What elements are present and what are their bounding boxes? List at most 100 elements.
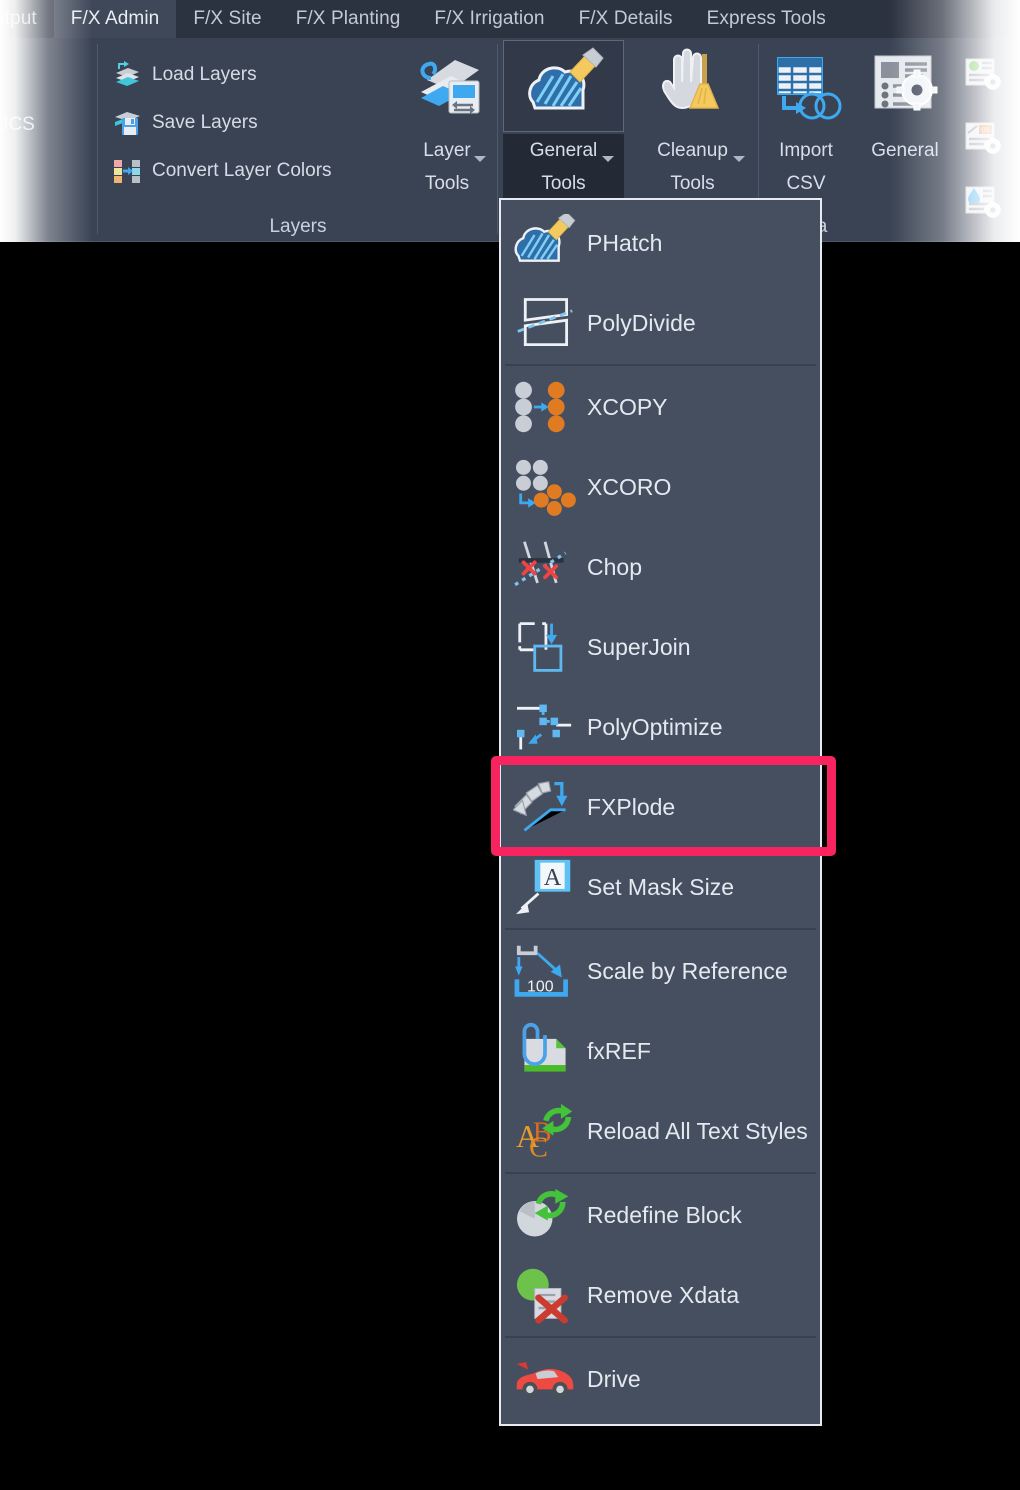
general-preferences-icon [855, 40, 955, 132]
clipped-command-restore-ucs[interactable]: ore UCS [0, 106, 39, 144]
tab-label: F/X Admin [70, 8, 160, 29]
general-tools-line1: General [529, 140, 598, 161]
save-layers-button[interactable]: Save Layers [108, 104, 262, 142]
fxref-icon [509, 1017, 581, 1085]
svg-text:05: 05 [982, 128, 990, 135]
menu-item-set-mask-size[interactable]: A Set Mask Size [501, 847, 820, 927]
import-csv-line1: Import [779, 140, 833, 161]
menu-item-redefine-block[interactable]: Redefine Block [501, 1175, 820, 1255]
chop-icon [509, 533, 581, 601]
import-csv-text: Import CSV [762, 134, 850, 200]
chevron-down-icon[interactable] [602, 156, 614, 162]
menu-item-fxref[interactable]: fxREF [501, 1011, 820, 1091]
planting-preferences-icon [964, 57, 1004, 93]
cleanup-tools-line2: Tools [670, 173, 715, 194]
load-layers-button[interactable]: Load Layers [108, 56, 261, 94]
scale-by-reference-icon: 100 [509, 937, 581, 1005]
svg-text:A: A [544, 864, 562, 891]
clipped-command-ucs[interactable]: UCS [0, 56, 6, 94]
menu-item-label: SuperJoin [587, 633, 691, 660]
menu-item-label: XCORO [587, 473, 672, 500]
tab-label: Express Tools [706, 8, 826, 29]
save-layers-icon [112, 108, 142, 138]
menu-item-label: Redefine Block [587, 1201, 742, 1228]
tab-express-tools[interactable]: Express Tools [690, 0, 843, 38]
xcopy-icon [509, 373, 581, 441]
layer-tools-line1: Layer [423, 140, 471, 161]
tab-output[interactable]: utput [0, 0, 54, 38]
menu-item-superjoin[interactable]: SuperJoin [501, 607, 820, 687]
layer-tools-text: Layer Tools [398, 134, 496, 200]
tab-fx-admin[interactable]: F/X Admin [53, 0, 177, 38]
irrigation-preferences-icon [964, 185, 1004, 221]
chevron-down-icon[interactable] [474, 156, 486, 162]
menu-item-xcoro[interactable]: XCORO [501, 447, 820, 527]
load-layers-icon [112, 60, 142, 90]
menu-item-fxplode[interactable]: FXPlode [501, 767, 820, 847]
general-tools-text: General Tools [503, 134, 624, 200]
menu-item-label: PolyOptimize [587, 713, 723, 740]
reference-notes-preferences-button[interactable]: 05 [960, 120, 1008, 158]
menu-item-label: Drive [587, 1365, 641, 1392]
convert-layer-colors-icon [112, 156, 142, 186]
polyoptimize-icon [509, 693, 581, 761]
menu-item-label: Reload All Text Styles [587, 1117, 808, 1144]
tab-fx-planting[interactable]: F/X Planting [279, 0, 418, 38]
xcoro-icon [509, 453, 581, 521]
menu-item-label: Chop [587, 553, 642, 580]
tab-fx-site[interactable]: F/X Site [176, 0, 278, 38]
planting-preferences-button[interactable] [960, 56, 1008, 94]
cleanup-tools-text: Cleanup Tools [630, 134, 755, 200]
layer-tools-icon [398, 40, 496, 132]
panel-layers: Load Layers Save Layers Convert Layer Co… [98, 38, 498, 242]
menu-item-label: Scale by Reference [587, 957, 788, 984]
menu-item-chop[interactable]: Chop [501, 527, 820, 607]
general-preferences-button[interactable]: General [855, 40, 955, 216]
general-preferences-text: General [855, 134, 955, 167]
reload-all-text-styles-icon: A B C [509, 1097, 581, 1165]
cleanup-tools-icon [630, 40, 755, 132]
fxplode-icon [509, 773, 581, 841]
layer-tools-button[interactable]: Layer Tools [398, 40, 496, 216]
menu-separator [505, 1172, 816, 1174]
menu-item-drive[interactable]: Drive [501, 1339, 820, 1419]
menu-item-label: PHatch [587, 229, 663, 256]
set-mask-size-icon: A [509, 853, 581, 921]
menu-item-label: PolyDivide [587, 309, 696, 336]
general-preferences-line1: General [871, 140, 939, 161]
cleanup-tools-button[interactable]: Cleanup Tools [630, 40, 755, 216]
panel-divider [497, 44, 498, 234]
phatch-icon [509, 209, 581, 277]
load-layers-label: Load Layers [152, 64, 257, 85]
tab-label: F/X Site [193, 8, 262, 29]
tab-label: F/X Planting [295, 8, 401, 29]
convert-layer-colors-button[interactable]: Convert Layer Colors [108, 152, 336, 190]
menu-separator [505, 928, 816, 930]
menu-item-reload-all-text-styles[interactable]: A B C Reload All Text Styles [501, 1091, 820, 1171]
cleanup-tools-line1: Cleanup [657, 140, 728, 161]
menu-item-label: Set Mask Size [587, 873, 734, 900]
menu-item-polyoptimize[interactable]: PolyOptimize [501, 687, 820, 767]
reference-notes-preferences-icon: 05 [964, 121, 1004, 157]
remove-xdata-icon [509, 1261, 581, 1329]
menu-item-scale-by-reference[interactable]: 100 Scale by Reference [501, 931, 820, 1011]
tab-fx-irrigation[interactable]: F/X Irrigation [417, 0, 561, 38]
import-csv-line2: CSV [786, 173, 826, 194]
layer-tools-line2: Tools [424, 173, 470, 194]
general-tools-dropdown: PHatch PolyDivide XCOPY XCORO Chop Super… [499, 198, 822, 1426]
command-label: ore UCS [0, 114, 35, 135]
panel-label-layers: Layers [269, 216, 327, 237]
general-tools-button[interactable]: General Tools [503, 40, 624, 216]
menu-item-phatch[interactable]: PHatch [501, 203, 820, 283]
chevron-down-icon[interactable] [733, 156, 745, 162]
menu-item-xcopy[interactable]: XCOPY [501, 367, 820, 447]
menu-item-label: XCOPY [587, 393, 668, 420]
import-csv-button[interactable]: Import CSV [762, 40, 850, 216]
save-layers-label: Save Layers [152, 112, 258, 133]
menu-item-remove-xdata[interactable]: Remove Xdata [501, 1255, 820, 1335]
svg-text:C: C [529, 1132, 548, 1160]
superjoin-icon [509, 613, 581, 681]
menu-item-polydivide[interactable]: PolyDivide [501, 283, 820, 363]
tab-fx-details[interactable]: F/X Details [562, 0, 690, 38]
irrigation-preferences-button[interactable] [960, 184, 1008, 222]
